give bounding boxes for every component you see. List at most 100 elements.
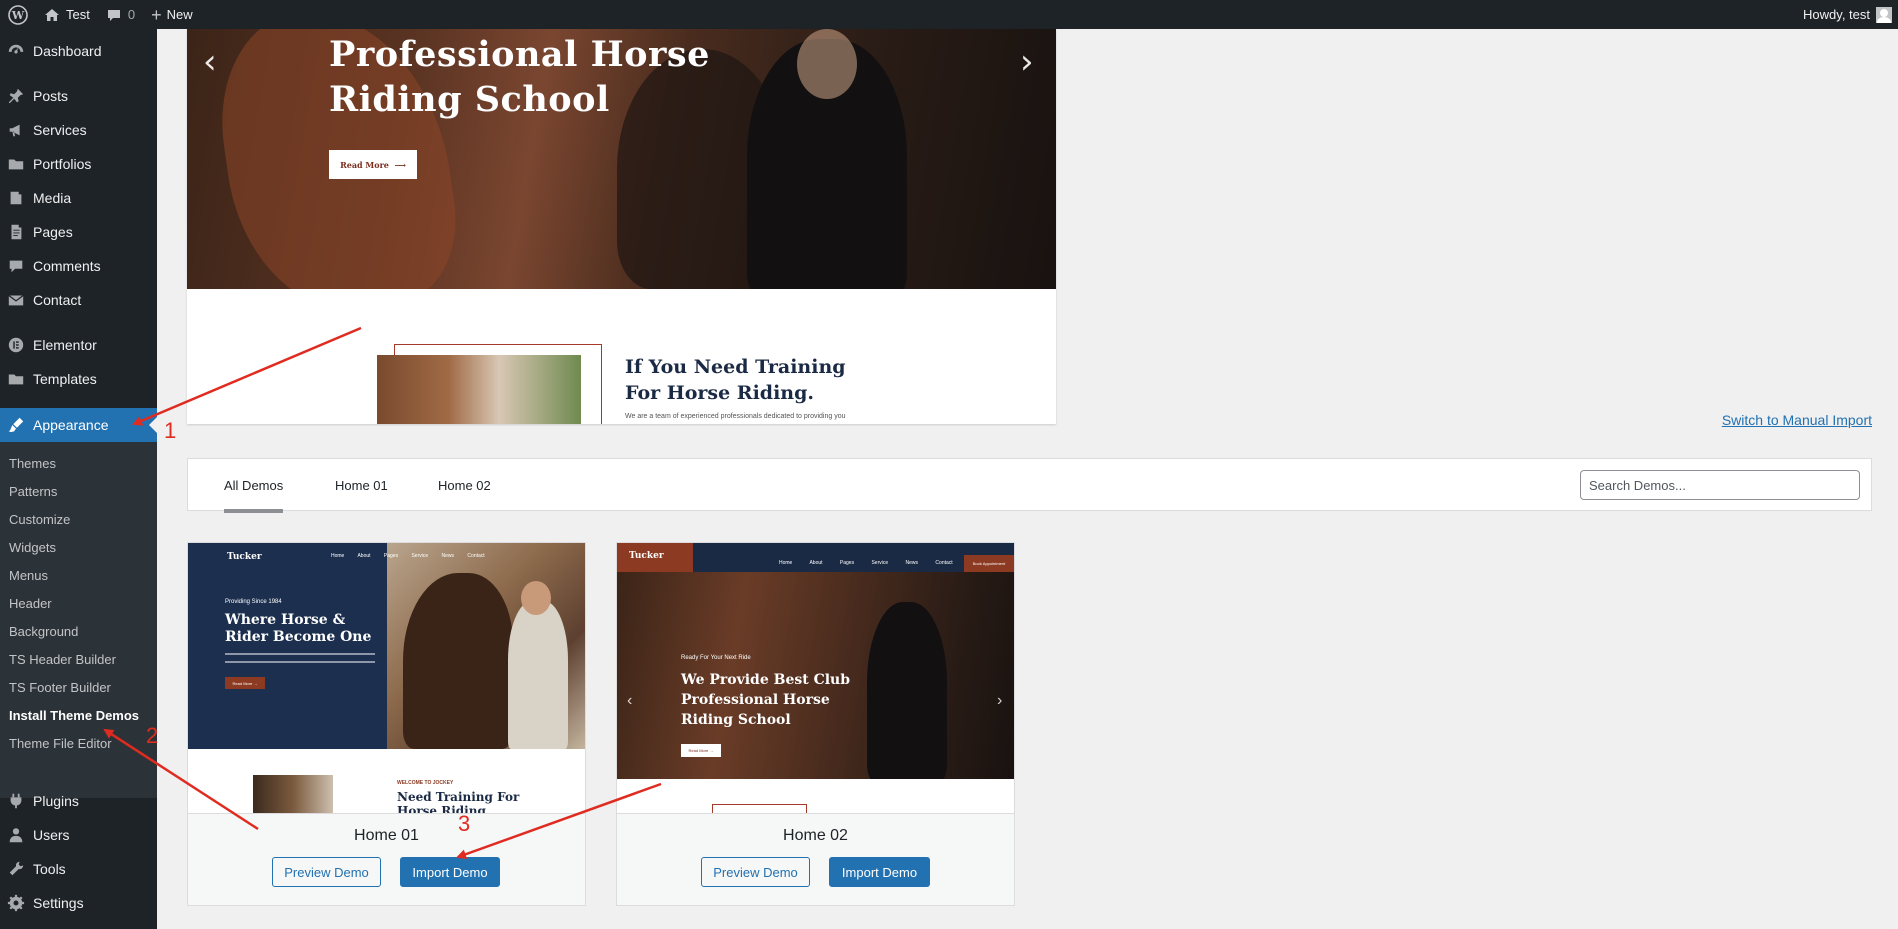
thumb-button: Read More →: [681, 744, 721, 757]
switch-to-manual-import-link[interactable]: Switch to Manual Import: [1722, 412, 1872, 428]
submenu-item-theme-file-editor[interactable]: Theme File Editor: [9, 736, 112, 751]
hero-title: Professional Horse Riding School: [329, 34, 710, 120]
sidebar-item-pages[interactable]: Pages: [0, 215, 157, 249]
sidebar-item-portfolios[interactable]: Portfolios: [0, 147, 157, 181]
thumb-nav: Home About Pages Service News Contact: [331, 553, 485, 559]
my-account[interactable]: Howdy, test: [1803, 6, 1898, 23]
new-label: New: [166, 7, 193, 22]
brush-icon: [6, 415, 26, 435]
hero-image: Professional Horse Riding School Read Mo…: [187, 29, 1056, 289]
tab-all-demos[interactable]: All Demos: [224, 459, 284, 513]
thumb-section-title: Need Training For Horse Riding: [397, 790, 520, 813]
settings-icon: [6, 893, 26, 913]
sidebar-item-tools[interactable]: Tools: [0, 852, 157, 886]
sidebar-item-label: Plugins: [33, 793, 79, 809]
sidebar-item-label: Comments: [33, 258, 101, 274]
sidebar-item-media[interactable]: Media: [0, 181, 157, 215]
demo-name: Home 02: [783, 827, 848, 844]
new-content-link[interactable]: + New: [143, 0, 201, 29]
sidebar-item-label: Dashboard: [33, 43, 102, 59]
plugin-icon: [6, 791, 26, 811]
sidebar-item-label: Users: [33, 827, 70, 843]
about-text: We are a team of experienced professiona…: [625, 413, 846, 420]
megaphone-icon: [6, 120, 26, 140]
mail-icon: [6, 290, 26, 310]
tab-home-01[interactable]: Home 01: [335, 459, 388, 512]
sidebar-item-label: Pages: [33, 224, 73, 240]
preview-demo-button[interactable]: Preview Demo: [701, 857, 810, 887]
admin-sidebar: Dashboard Posts Services Portfolios Media Pag…: [0, 29, 157, 929]
import-demo-button[interactable]: Import Demo: [829, 857, 930, 887]
thumb-button: Read More →: [225, 677, 265, 689]
sidebar-item-elementor[interactable]: Elementor: [0, 328, 157, 362]
home-icon: [44, 7, 60, 23]
folder-icon: [6, 369, 26, 389]
sidebar-item-templates[interactable]: Templates: [0, 362, 157, 396]
annotation-number-1: 1: [164, 418, 177, 443]
hero-read-more-button: Read More ⟶: [329, 150, 417, 179]
sidebar-item-label: Settings: [33, 895, 84, 911]
sidebar-item-label: Portfolios: [33, 156, 92, 172]
submenu-item-header[interactable]: Header: [9, 596, 52, 611]
import-demo-button[interactable]: Import Demo: [400, 857, 500, 887]
preview-demo-button[interactable]: Preview Demo: [272, 857, 381, 887]
demo-thumbnail: Tucker Home About Pages Service News Con…: [617, 543, 1014, 813]
submenu-item-themes[interactable]: Themes: [9, 456, 56, 471]
chevron-right-icon: ›: [1020, 42, 1034, 82]
sidebar-item-users[interactable]: Users: [0, 818, 157, 852]
sidebar-item-appearance[interactable]: Appearance: [0, 408, 157, 442]
submenu-item-ts-footer-builder[interactable]: TS Footer Builder: [9, 680, 111, 695]
sidebar-item-label: Tools: [33, 861, 66, 877]
folder-icon: [6, 154, 26, 174]
thumb-welcome: WELCOME TO JOCKEY: [397, 780, 454, 786]
svg-text:W: W: [11, 9, 25, 22]
submenu-item-menus[interactable]: Menus: [9, 568, 48, 583]
sidebar-item-label: Contact: [33, 292, 82, 308]
sidebar-item-posts[interactable]: Posts: [0, 79, 157, 113]
sidebar-item-contact[interactable]: Contact: [0, 283, 157, 317]
sidebar-item-settings[interactable]: Settings: [0, 886, 157, 920]
sidebar-item-comments[interactable]: Comments: [0, 249, 157, 283]
submenu-item-widgets[interactable]: Widgets: [9, 540, 56, 555]
annotation-number-3: 3: [458, 811, 471, 836]
thumb-logo: Tucker: [629, 551, 664, 561]
elementor-icon: [6, 335, 26, 355]
site-name-link[interactable]: Test: [36, 0, 98, 29]
demo-card-footer: Home 01 Preview Demo Import Demo: [188, 813, 585, 905]
admin-bar: W Test 0 + New Howdy, test: [0, 0, 1898, 29]
demo-filter-bar: All Demos Home 01 Home 02: [187, 458, 1872, 513]
sidebar-item-acf[interactable]: ACF: [0, 920, 157, 929]
sidebar-item-label: Appearance: [33, 417, 109, 433]
tools-icon: [6, 859, 26, 879]
submenu-item-patterns[interactable]: Patterns: [9, 484, 57, 499]
submenu-item-ts-header-builder[interactable]: TS Header Builder: [9, 652, 116, 667]
thumb-appointment: Book Appointment: [964, 555, 1014, 572]
avatar: [1876, 6, 1892, 23]
sidebar-item-label: Services: [33, 122, 87, 138]
sidebar-item-plugins[interactable]: Plugins: [0, 784, 157, 818]
submenu-item-background[interactable]: Background: [9, 624, 78, 639]
dashboard-icon: [6, 41, 26, 61]
demo-card-footer: Home 02 Preview Demo Import Demo: [617, 813, 1014, 905]
annotation-number-2: 2: [146, 723, 159, 748]
thumb-logo: Tucker: [227, 552, 262, 562]
about-title: If You Need Training For Horse Riding.: [625, 356, 846, 404]
users-icon: [6, 825, 26, 845]
sidebar-item-services[interactable]: Services: [0, 113, 157, 147]
chevron-left-icon: ‹: [627, 692, 633, 709]
demo-card-home-01: Tucker Home About Pages Service News Con…: [187, 542, 586, 906]
comment-icon: [106, 7, 122, 23]
comment-icon: [6, 256, 26, 276]
wordpress-logo-icon[interactable]: W: [0, 0, 36, 29]
sidebar-item-dashboard[interactable]: Dashboard: [0, 34, 157, 68]
demo-thumbnail: Tucker Home About Pages Service News Con…: [188, 543, 585, 813]
thumb-title: Where Horse & Rider Become One: [225, 612, 372, 645]
comments-link[interactable]: 0: [98, 0, 143, 29]
tab-home-02[interactable]: Home 02: [438, 459, 491, 512]
plus-icon: +: [151, 4, 162, 25]
search-demos-input[interactable]: [1580, 470, 1860, 500]
submenu-item-customize[interactable]: Customize: [9, 512, 70, 527]
demo-name: Home 01: [354, 827, 419, 844]
submenu-item-install-theme-demos[interactable]: Install Theme Demos: [9, 708, 139, 723]
thumb-eyebrow: Providing Since 1984: [225, 599, 282, 605]
